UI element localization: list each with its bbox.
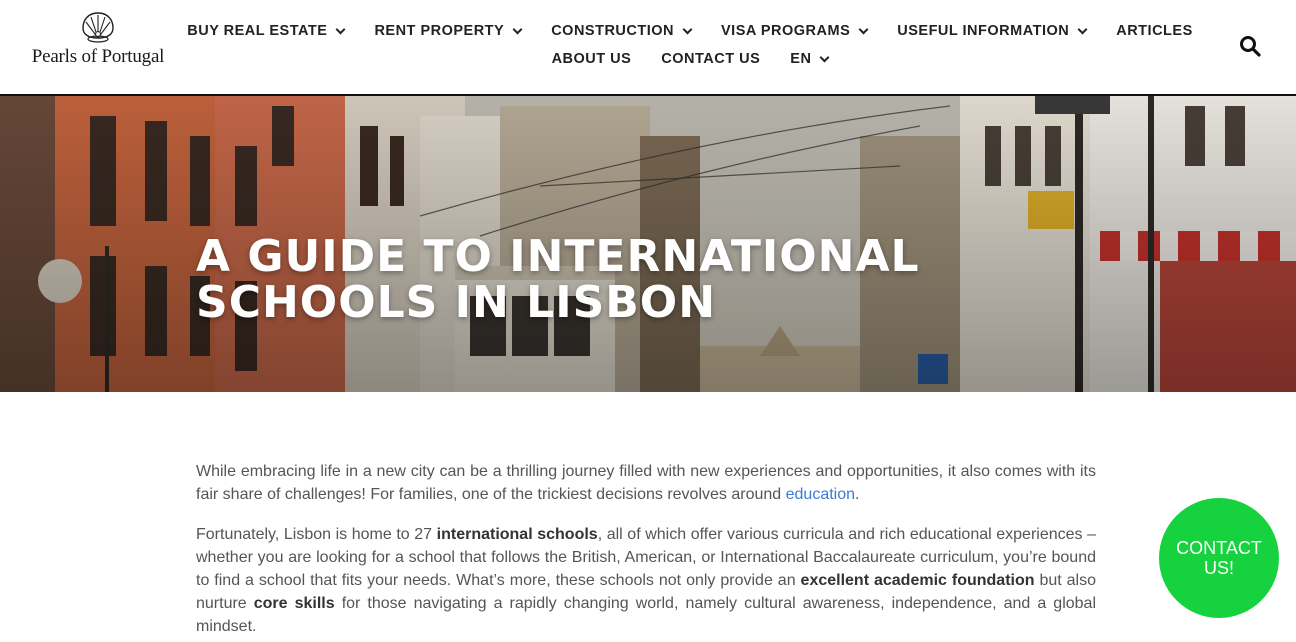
contact-bubble-line-1: CONTACT [1176,538,1262,558]
bold-text: international schools [436,526,598,543]
contact-bubble-label: CONTACT US! [1176,538,1262,578]
article-paragraph-1: While embracing life in a new city can b… [196,460,1096,506]
nav-about-us[interactable]: ABOUT US [537,51,647,67]
chevron-down-icon [682,24,693,34]
nav-contact-us[interactable]: CONTACT US [646,51,775,67]
contact-us-bubble-button[interactable]: CONTACT US! [1159,498,1279,618]
bold-text: excellent academic foundation [800,572,1035,589]
pearl-shell-icon [82,12,114,43]
education-link[interactable]: education [786,486,855,503]
page-title-line-2: SCHOOLS IN LISBON [196,277,717,328]
chevron-down-icon [335,24,346,34]
nav-articles[interactable]: ARTICLES [1101,23,1208,39]
nav-label: EN [790,51,812,67]
nav-label: RENT PROPERTY [374,23,505,39]
nav-label: ARTICLES [1116,23,1193,39]
paragraph-text: Fortunately, Lisbon is home to 27 [196,526,437,543]
logo-text: Pearls of Portugal [31,46,165,67]
main-navigation: BUY REAL ESTATE RENT PROPERTY CONSTRUCTI… [180,17,1200,73]
logo[interactable]: Pearls of Portugal [28,10,168,76]
hero-banner: A GUIDE TO INTERNATIONAL SCHOOLS IN LISB… [0,96,1296,392]
bold-text: core skills [253,595,335,612]
language-selector[interactable]: EN [775,51,843,67]
nav-row-secondary: ABOUT US CONTACT US EN [180,45,1200,73]
chevron-down-icon [819,52,830,62]
paragraph-text: While embracing life in a new city can b… [196,463,1096,503]
article-body: While embracing life in a new city can b… [196,460,1096,642]
nav-label: USEFUL INFORMATION [897,23,1070,39]
nav-buy-real-estate[interactable]: BUY REAL ESTATE [172,23,359,39]
nav-row-primary: BUY REAL ESTATE RENT PROPERTY CONSTRUCTI… [180,17,1200,45]
article-paragraph-2: Fortunately, Lisbon is home to 27 intern… [196,523,1096,638]
chevron-down-icon [858,24,869,34]
nav-label: ABOUT US [551,51,632,67]
nav-label: CONTACT US [661,51,761,67]
search-icon [1240,36,1261,57]
page-title: A GUIDE TO INTERNATIONAL SCHOOLS IN LISB… [196,234,1016,326]
nav-useful-information[interactable]: USEFUL INFORMATION [882,23,1101,39]
nav-label: BUY REAL ESTATE [187,23,328,39]
paragraph-text: . [855,486,860,503]
site-header: Pearls of Portugal BUY REAL ESTATE RENT … [0,0,1296,96]
chevron-down-icon [512,24,523,34]
search-button[interactable] [1238,34,1262,58]
contact-bubble-line-2: US! [1203,558,1234,578]
nav-visa-programs[interactable]: VISA PROGRAMS [706,23,882,39]
page-title-line-1: A GUIDE TO INTERNATIONAL [196,231,920,282]
nav-rent-property[interactable]: RENT PROPERTY [359,23,536,39]
chevron-down-icon [1077,24,1088,34]
nav-construction[interactable]: CONSTRUCTION [536,23,706,39]
nav-label: CONSTRUCTION [551,23,675,39]
nav-label: VISA PROGRAMS [721,23,851,39]
